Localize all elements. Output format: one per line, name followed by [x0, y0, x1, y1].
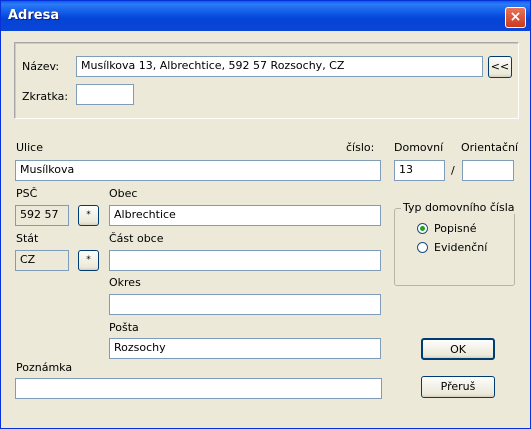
- poznamka-input[interactable]: [15, 378, 382, 399]
- zkratka-input[interactable]: [76, 84, 134, 105]
- obec-input[interactable]: Albrechtice: [109, 205, 381, 226]
- stat-label: Stát: [16, 232, 39, 245]
- name-group: [14, 42, 519, 119]
- ulice-input[interactable]: Musílkova: [15, 160, 381, 181]
- zkratka-label: Zkratka:: [22, 90, 69, 103]
- psc-label: PSČ: [16, 187, 38, 200]
- stat-picker-button[interactable]: *: [78, 250, 99, 271]
- copy-name-button[interactable]: <<: [488, 56, 512, 78]
- address-dialog: Adresa × Název: Musílkova 13, Albrechtic…: [0, 0, 531, 429]
- close-button[interactable]: ×: [505, 7, 526, 28]
- obec-label: Obec: [109, 187, 138, 200]
- window-title: Adresa: [8, 8, 60, 23]
- cancel-button[interactable]: Přeruš: [421, 376, 495, 398]
- radio-popisne-label[interactable]: Popisné: [434, 222, 476, 235]
- nazev-input[interactable]: Musílkova 13, Albrechtice, 592 57 Rozsoc…: [76, 56, 483, 77]
- okres-label: Okres: [109, 276, 141, 289]
- psc-picker-button[interactable]: *: [78, 205, 99, 226]
- radio-selected-dot: [420, 226, 425, 231]
- poznamka-label: Poznámka: [16, 361, 73, 374]
- cislo-label: číslo:: [346, 141, 375, 154]
- radio-evidencni[interactable]: [417, 242, 428, 253]
- orientacni-input[interactable]: [462, 160, 514, 181]
- radio-evidencni-label[interactable]: Evidenční: [434, 241, 487, 254]
- psc-input[interactable]: 592 57: [15, 205, 69, 226]
- stat-input[interactable]: CZ: [15, 250, 69, 271]
- domovni-label: Domovní: [394, 141, 444, 154]
- house-number-type-label: Typ domovního čísla: [401, 201, 517, 214]
- cast-obce-label: Část obce: [109, 232, 164, 245]
- domovni-input[interactable]: 13: [394, 160, 445, 181]
- slash-separator: /: [451, 164, 455, 177]
- radio-popisne[interactable]: [417, 223, 428, 234]
- title-bar[interactable]: Adresa ×: [1, 1, 530, 31]
- orientacni-label: Orientační: [461, 141, 519, 154]
- posta-label: Pošta: [109, 321, 139, 334]
- posta-input[interactable]: Rozsochy: [109, 338, 381, 359]
- ok-button[interactable]: OK: [421, 338, 495, 360]
- nazev-label: Název:: [22, 60, 60, 73]
- cast-obce-input[interactable]: [109, 250, 381, 271]
- okres-input[interactable]: [109, 294, 381, 315]
- ulice-label: Ulice: [16, 141, 43, 154]
